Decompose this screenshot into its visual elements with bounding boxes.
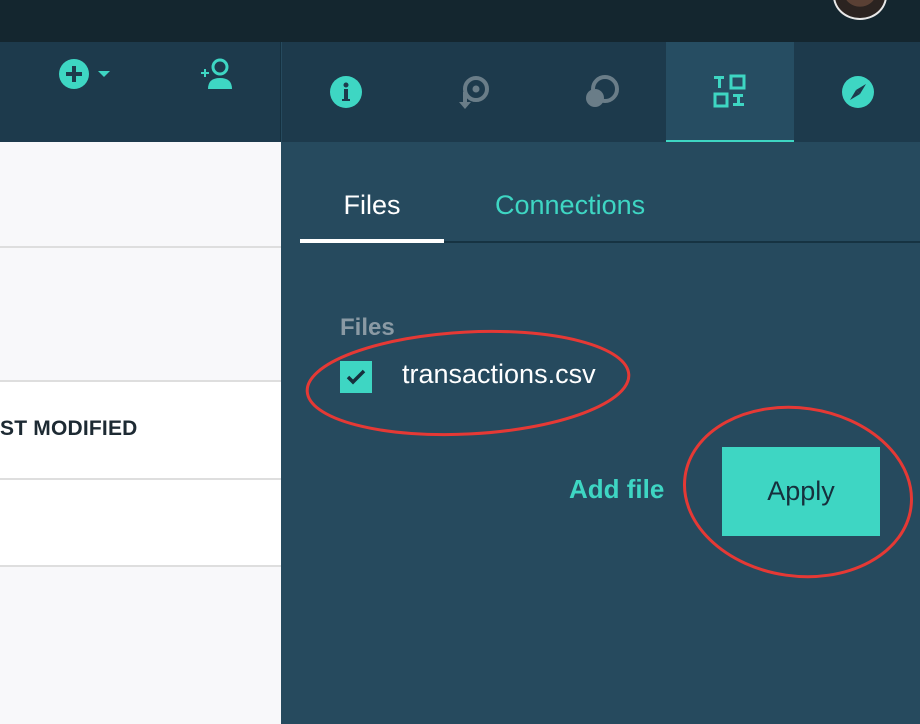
tab-files[interactable]: Files [300,190,444,221]
comments-icon [586,75,619,107]
column-header-last-modified[interactable]: ST MODIFIED [0,417,138,441]
tab-info[interactable] [282,42,410,142]
tab-data[interactable] [666,42,794,142]
info-icon [330,76,362,108]
apply-button[interactable]: Apply [722,447,880,536]
files-section-label: Files [340,314,395,341]
tab-history[interactable] [410,42,538,142]
active-tab-underline [300,239,444,243]
tab-explore[interactable] [794,42,920,142]
history-icon [459,76,489,109]
left-content-area: ST MODIFIED [0,0,281,724]
side-panel [281,142,920,724]
content-row [0,248,281,382]
add-file-link[interactable]: Add file [569,474,664,505]
checkmark-icon [346,369,366,385]
tab-connections[interactable]: Connections [495,190,645,221]
table-row [0,567,281,724]
tab-comments[interactable] [538,42,666,142]
data-icon [713,74,746,108]
table-row[interactable] [0,480,281,567]
content-row [0,142,281,248]
file-checkbox[interactable] [340,361,372,393]
right-toolbar [282,42,920,142]
compass-icon [842,76,874,108]
file-name[interactable]: transactions.csv [402,359,596,390]
